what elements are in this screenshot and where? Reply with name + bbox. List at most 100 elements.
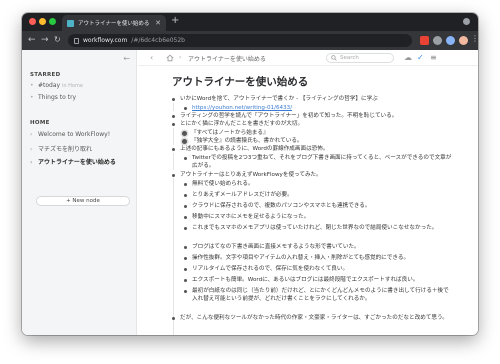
- workflowy-app: ← STARRED • #today in Home • Things to try…: [22, 50, 478, 335]
- bullet-icon[interactable]: [172, 98, 175, 101]
- page-title[interactable]: アウトライナーを使い始める: [172, 74, 308, 89]
- new-node-button[interactable]: + New node: [36, 196, 130, 206]
- outline-item-text[interactable]: 操作性抜群。文字や項目やアイテムの入れ替え・挿入・削除がとても感覚的にできる。: [192, 254, 409, 262]
- outline-item-text[interactable]: これまでもスマホのメモアプリは使っていたけれど、閉じた世界なので結局使いこなせな…: [192, 224, 437, 232]
- outline-item[interactable]: 操作性抜群。文字や項目やアイテムの入れ替え・挿入・削除がとても感覚的にできる。: [184, 254, 454, 262]
- new-tab-icon[interactable]: +: [171, 16, 179, 26]
- sidebar-item-welcome[interactable]: › Welcome to WorkFlowy!: [30, 131, 110, 138]
- outline-item-text[interactable]: だが、こんな便利なツールがなかった時代の作家・文豪家・ライターは、すごかったのだ…: [180, 314, 448, 322]
- chevron-left-icon[interactable]: ‹: [150, 53, 153, 62]
- outline-item[interactable]: いかにWordを捨て、アウトライナーで書くか - 【ライティングの哲学】に学ぶ: [172, 95, 468, 103]
- outline-item-link[interactable]: https://youhon.net/writing-01/6433/: [192, 104, 292, 112]
- outline-item[interactable]: これまでもスマホのメモアプリは使っていたけれど、閉じた世界なので結局使いこなせな…: [184, 224, 454, 232]
- bullet-icon[interactable]: [184, 227, 187, 230]
- sidebar-item-machizumo[interactable]: › マチズモを削り取れ: [30, 144, 92, 153]
- document-topbar: ‹ › アウトライナーを使い始める Search ☁ ✓ ≡: [138, 50, 478, 66]
- bullet-icon[interactable]: [172, 123, 175, 126]
- home-icon[interactable]: [166, 54, 174, 62]
- outline-item[interactable]: 最初が白紙なのは同じ（当たり前）だけれど、とにかくどんどんメモのように書き出して…: [184, 287, 454, 303]
- outline-item-text[interactable]: Twitterでの投稿を2つ3つ重ねて、それをブログ下書き画面に持ってくると、ベ…: [192, 154, 454, 170]
- extension-icon[interactable]: [433, 36, 442, 45]
- tab-close-icon[interactable]: ✕: [155, 19, 161, 27]
- outline-item-text[interactable]: 『すべてはノートから始まる』: [191, 129, 269, 137]
- outline-item[interactable]: 『独学大全』の読書猿氏も、書かれている。: [182, 137, 468, 145]
- outline-item[interactable]: だが、こんな便利なツールがなかった時代の作家・文豪家・ライターは、すごかったのだ…: [172, 314, 468, 322]
- sidebar-item-location: in Home: [62, 83, 83, 89]
- bullet-icon[interactable]: [184, 205, 187, 208]
- bullet-icon[interactable]: [184, 183, 187, 186]
- outline-item-text[interactable]: いかにWordを捨て、アウトライナーで書くか - 【ライティングの哲学】に学ぶ: [180, 95, 378, 103]
- bullet-icon[interactable]: [184, 216, 187, 219]
- bullet-icon[interactable]: [184, 107, 187, 110]
- maximize-window-button[interactable]: [49, 18, 56, 25]
- outline-item-text[interactable]: とりあえずメールアドレスだけが必要。: [192, 191, 293, 199]
- bullet-icon[interactable]: [184, 268, 187, 271]
- outline-item-text[interactable]: 移動中にスマホにメモを足せるようになった。: [192, 213, 309, 221]
- settings-menu-icon[interactable]: ≡: [430, 53, 437, 63]
- outline-item[interactable]: 無料で使い始められる。: [184, 180, 454, 188]
- breadcrumb[interactable]: アウトライナーを使い始める: [188, 54, 266, 63]
- collapse-sidebar-icon[interactable]: ←: [123, 54, 130, 63]
- outline-item[interactable]: ブログはてなの下書き画面に直接メモするような形で書いていた。: [184, 243, 454, 251]
- outline-item-text[interactable]: 無料で使い始められる。: [192, 180, 254, 188]
- outline-item-text[interactable]: 上述の記事にもあるように、Wordの罫線作成画面は恐怖。: [180, 145, 328, 153]
- outline-item[interactable]: リアルタイムで保存されるので、保存に気を使わなくて良い。: [184, 265, 454, 273]
- browser-menu-icon[interactable]: ⋮: [471, 34, 478, 43]
- puzzle-extensions-icon[interactable]: [446, 36, 455, 45]
- outline-item-text[interactable]: ブログはてなの下書き画面に直接メモするような形で書いていた。: [192, 243, 360, 251]
- search-placeholder: Search: [340, 55, 359, 61]
- sidebar-item-today[interactable]: • #today in Home: [30, 82, 83, 89]
- outline-item[interactable]: とにかく猫に浮かんだことを書きだすのが大切。: [172, 120, 468, 128]
- outline-item[interactable]: ライティングの哲学を読んで「アウトライナー」を初めて知った。不明を恥じている。: [172, 112, 468, 120]
- bullet-icon[interactable]: [184, 279, 187, 282]
- collapsed-bullet-icon[interactable]: [182, 131, 187, 136]
- profile-avatar-icon[interactable]: [459, 36, 468, 45]
- outline-item-text[interactable]: クラウドに保存されるので、複数のパソコンやスマホとも連携できる。: [192, 202, 371, 210]
- sidebar-item-things-to-try[interactable]: • Things to try: [30, 94, 76, 101]
- sidebar-item-label: マチズモを削り取れ: [38, 146, 93, 153]
- reload-icon[interactable]: ↻: [54, 34, 61, 46]
- bullet-icon[interactable]: [184, 194, 187, 197]
- outline-item-text[interactable]: とにかく猫に浮かんだことを書きだすのが大切。: [180, 120, 303, 128]
- outline-item[interactable]: 移動中にスマホにメモを足せるようになった。: [184, 213, 454, 221]
- outline-item[interactable]: https://youhon.net/writing-01/6433/: [184, 104, 468, 112]
- collapsed-bullet-icon[interactable]: [182, 139, 187, 144]
- back-arrow-icon[interactable]: ←: [28, 34, 36, 46]
- outline-item-text[interactable]: エクスポートも簡単。Wordに、あるいはブログには最終段階でエクスポートすれば良…: [192, 276, 418, 284]
- outline-item-text[interactable]: ライティングの哲学を読んで「アウトライナー」を初めて知った。不明を恥じている。: [180, 112, 397, 120]
- search-input[interactable]: Search: [326, 53, 394, 63]
- outline-item-text[interactable]: 『独学大全』の読書猿氏も、書かれている。: [191, 137, 303, 145]
- outline-item[interactable]: アウトライナーはとりあえずWorkFlowyを使ってみた。: [172, 171, 468, 179]
- outline-item[interactable]: クラウドに保存されるので、複数のパソコンやスマホとも連携できる。: [184, 202, 454, 210]
- outline-item[interactable]: Twitterでの投稿を2つ3つ重ねて、それをブログ下書き画面に持ってくると、ベ…: [184, 154, 454, 170]
- bullet-icon[interactable]: [184, 157, 187, 160]
- url-host: workflowy.com: [83, 37, 128, 44]
- bullet-icon[interactable]: [172, 148, 175, 151]
- outline-item-text[interactable]: 最初が白紙なのは同じ（当たり前）だけれど、とにかくどんどんメモのように書き出して…: [192, 287, 454, 303]
- outline-item-text[interactable]: アウトライナーはとりあえずWorkFlowyを使ってみた。: [180, 171, 322, 179]
- bullet-icon[interactable]: [184, 290, 187, 293]
- bullet-icon[interactable]: [184, 246, 187, 249]
- minimize-window-button[interactable]: [39, 18, 46, 25]
- sidebar-item-outliner[interactable]: › アウトライナーを使い始める: [30, 157, 116, 166]
- forward-arrow-icon[interactable]: →: [41, 34, 49, 46]
- outline-item[interactable]: エクスポートも簡単。Wordに、あるいはブログには最終段階でエクスポートすれば良…: [184, 276, 454, 284]
- bullet-icon: •: [30, 82, 34, 89]
- sync-cloud-icon[interactable]: ☁: [404, 53, 412, 63]
- bullet-icon[interactable]: [184, 257, 187, 260]
- browser-window: アウトライナーを使い始める - Wo ✕ + ← → ↻ workflowy.c…: [22, 13, 478, 335]
- bullet-icon[interactable]: [172, 174, 175, 177]
- browser-toolbar: ← → ↻ workflowy.com/#/6dc4cb6e052b ⋮: [22, 31, 478, 50]
- bullet-icon[interactable]: [172, 115, 175, 118]
- bullet-icon[interactable]: [172, 317, 175, 320]
- address-bar[interactable]: workflowy.com/#/6dc4cb6e052b: [68, 34, 412, 47]
- outline-item[interactable]: 『すべてはノートから始まる』: [182, 129, 468, 137]
- extension-icon[interactable]: [420, 36, 429, 45]
- browser-tab[interactable]: アウトライナーを使い始める - Wo ✕: [62, 15, 166, 31]
- workflowy-favicon-icon: [67, 19, 74, 27]
- outline-item-text[interactable]: リアルタイムで保存されるので、保存に気を使わなくて良い。: [192, 265, 348, 273]
- tab-search-icon[interactable]: [463, 18, 470, 25]
- outline-item[interactable]: とりあえずメールアドレスだけが必要。: [184, 191, 454, 199]
- close-window-button[interactable]: [29, 18, 36, 25]
- outline-item[interactable]: 上述の記事にもあるように、Wordの罫線作成画面は恐怖。: [172, 145, 468, 153]
